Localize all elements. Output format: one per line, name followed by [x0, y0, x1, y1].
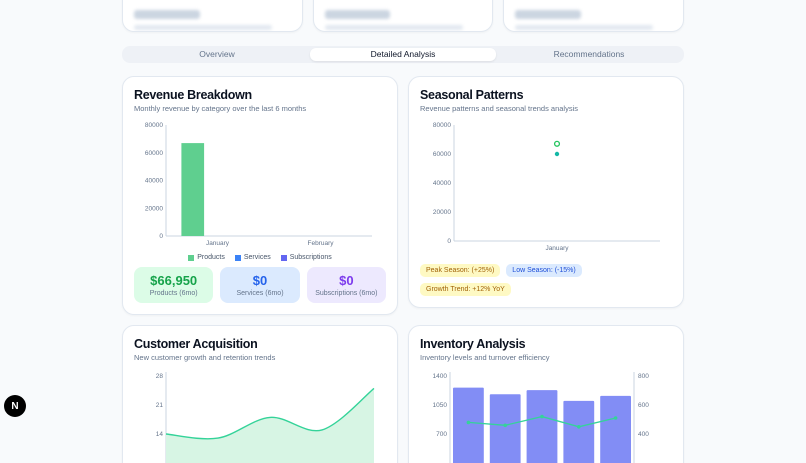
stat-services-value: $0: [252, 273, 268, 288]
svg-text:0: 0: [447, 238, 451, 245]
legend-swatch: [280, 254, 287, 261]
card-title: Seasonal Patterns: [420, 88, 524, 102]
svg-text:60000: 60000: [145, 150, 163, 157]
stat-products: $66,950 Products (6mo): [134, 267, 214, 303]
revenue-chart-legend: Products Services Subscriptions: [134, 254, 386, 261]
summary-card-3: [503, 0, 684, 32]
legend-swatch: [188, 254, 195, 261]
svg-text:60000: 60000: [433, 151, 451, 158]
svg-text:February: February: [307, 240, 334, 247]
svg-text:40000: 40000: [433, 180, 451, 187]
revenue-stats-row: $66,950 Products (6mo) $0 Services (6mo)…: [134, 267, 386, 303]
customer-acquisition-card: Customer Acquisition New customer growth…: [122, 325, 398, 463]
svg-text:1050: 1050: [433, 402, 448, 409]
svg-text:January: January: [206, 240, 230, 247]
stat-subscriptions-label: Subscriptions (6mo): [315, 290, 378, 297]
card-subtitle: Revenue patterns and seasonal trends ana…: [420, 104, 579, 113]
summary-card-2: [312, 0, 494, 32]
tab-detailed-analysis[interactable]: Detailed Analysis: [310, 48, 496, 61]
stat-products-value: $66,950: [150, 273, 198, 288]
seasonal-scatter-chart: 0 20000 40000 60000 80000 January: [420, 119, 672, 260]
low-season-badge: Low Season: (-15%): [506, 264, 582, 277]
inventory-analysis-card: Inventory Analysis Inventory levels and …: [408, 325, 684, 463]
card-title: Customer Acquisition: [134, 337, 258, 351]
legend-item: Services: [234, 254, 271, 261]
growth-trend-badge: Growth Trend: +12% YoY: [420, 283, 511, 296]
svg-text:600: 600: [638, 402, 649, 409]
svg-text:1400: 1400: [433, 373, 448, 380]
stat-services: $0 Services (6mo): [220, 267, 300, 303]
card-subtitle: New customer growth and retention trends: [134, 353, 276, 362]
svg-text:80000: 80000: [145, 122, 163, 129]
seasonal-patterns-card: Seasonal Patterns Revenue patterns and s…: [408, 76, 684, 308]
stat-subscriptions-value: $0: [339, 273, 354, 288]
dashboard-content: Overview Detailed Analysis Recommendatio…: [122, 0, 684, 463]
nextjs-dev-button[interactable]: N: [4, 395, 26, 417]
summary-cards-row: [122, 0, 684, 32]
summary-card-1: [122, 0, 303, 32]
card-subtitle: Monthly revenue by category over the las…: [134, 104, 307, 113]
svg-text:700: 700: [436, 431, 447, 438]
svg-text:800: 800: [638, 373, 649, 380]
card-title: Revenue Breakdown: [134, 88, 252, 102]
card-subtitle: Inventory levels and turnover efficiency: [420, 353, 550, 362]
legend-item: Products: [188, 254, 225, 261]
skeleton-text-bar: [324, 25, 463, 30]
peak-season-badge: Peak Season: (+25%): [420, 264, 501, 277]
stat-subscriptions: $0 Subscriptions (6mo): [306, 267, 386, 303]
svg-text:20000: 20000: [433, 209, 451, 216]
stat-services-label: Services (6mo): [236, 290, 284, 297]
legend-swatch: [234, 254, 241, 261]
svg-text:0: 0: [159, 233, 163, 240]
skeleton-value-bar: [324, 10, 391, 19]
svg-text:80000: 80000: [433, 122, 451, 129]
skeleton-text-bar: [134, 25, 272, 30]
svg-text:28: 28: [156, 373, 164, 380]
svg-text:January: January: [545, 245, 569, 252]
svg-text:20000: 20000: [145, 205, 163, 212]
tab-overview[interactable]: Overview: [124, 48, 310, 61]
svg-text:21: 21: [156, 402, 164, 409]
revenue-bar-chart: 0 20000 40000 60000 80000 January February: [134, 119, 386, 252]
seasonal-badges-row: Peak Season: (+25%) Low Season: (-15%) G…: [420, 264, 672, 296]
tab-recommendations[interactable]: Recommendations: [496, 48, 682, 61]
svg-text:40000: 40000: [145, 178, 163, 185]
card-title: Inventory Analysis: [420, 337, 526, 351]
charts-grid: Revenue Breakdown Monthly revenue by cat…: [122, 76, 684, 463]
skeleton-value-bar: [515, 10, 582, 19]
skeleton-text-bar: [515, 25, 654, 30]
skeleton-value-bar: [134, 10, 200, 19]
stat-products-label: Products (6mo): [149, 290, 198, 297]
customer-area-chart: 14 21 28: [134, 368, 386, 463]
revenue-breakdown-card: Revenue Breakdown Monthly revenue by cat…: [122, 76, 398, 315]
legend-item: Subscriptions: [280, 254, 332, 261]
svg-text:400: 400: [638, 431, 649, 438]
svg-text:14: 14: [156, 431, 164, 438]
analysis-tabs: Overview Detailed Analysis Recommendatio…: [122, 46, 684, 63]
inventory-bar-line-chart: 700 1050 1400 400 600 800: [420, 368, 672, 463]
